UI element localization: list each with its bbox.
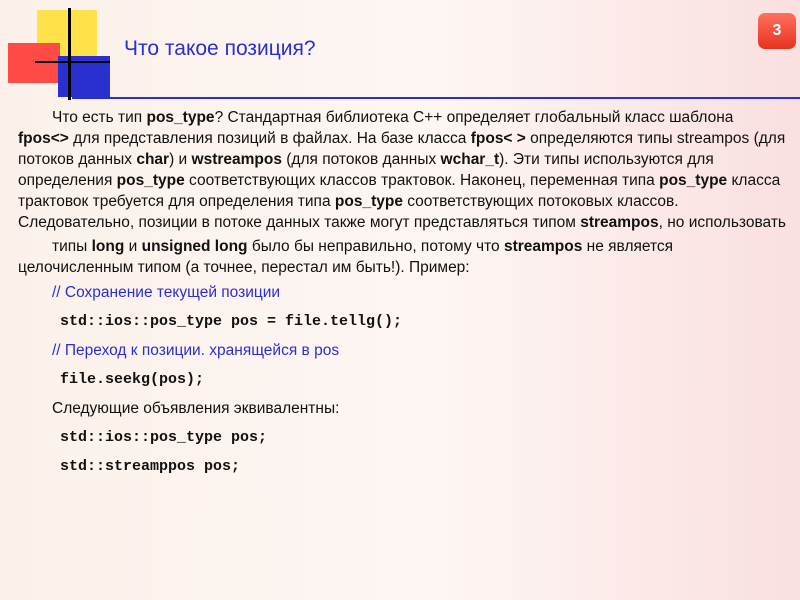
paragraph-1-text: ? Стандартная библиотека С++ определяет … (214, 109, 734, 126)
paragraph-1-term: pos_type (116, 172, 185, 189)
paragraph-1-text: соответствующих классов трактовок. Након… (184, 172, 660, 189)
equivalent-declarations-text: Следующие объявления эквивалентны: (52, 400, 340, 417)
paragraph-2: типы long и unsigned long было бы неправ… (18, 236, 788, 278)
paragraph-1-text: ) и (169, 151, 192, 168)
red-square (8, 43, 60, 83)
paragraph-2-term: unsigned long (141, 238, 248, 255)
slide-title: Что такое позиция? (124, 37, 316, 60)
paragraph-1: Что есть тип pos_type? Стандартная библи… (18, 107, 788, 233)
horizontal-divider (35, 61, 110, 63)
paragraph-2-text: было бы неправильно, потому что (247, 238, 504, 255)
code-comment-save: // Сохранение текущей позиции (52, 284, 281, 301)
paragraph-1-term: wstreampos (191, 151, 282, 168)
slide-body: Что есть тип pos_type? Стандартная библи… (18, 107, 788, 481)
paragraph-2-text: типы (52, 238, 92, 255)
paragraph-2-text: и (124, 238, 142, 255)
paragraph-1-text: Что есть тип (52, 109, 147, 126)
paragraph-1-term: char (136, 151, 170, 168)
vertical-divider (68, 8, 71, 100)
decorative-squares-logo (0, 0, 110, 100)
paragraph-1-term: fpos<> (18, 130, 69, 147)
slide-number: 3 (772, 22, 782, 39)
paragraph-1-term: fpos< > (470, 130, 526, 147)
paragraph-1-term: streampos (580, 214, 659, 231)
paragraph-1-text: для представления позиций в файлах. На б… (68, 130, 471, 147)
paragraph-1-term: pos_type (334, 193, 403, 210)
code-comment-seek: // Переход к позиции. хранящейся в pos (52, 342, 340, 359)
paragraph-1-term: pos_type (146, 109, 215, 126)
paragraph-1-text: , но использовать (658, 214, 786, 231)
paragraph-1-text: (для потоков данных (281, 151, 441, 168)
code-line-seekg: file.seekg(pos); (60, 371, 205, 388)
title-underline (72, 97, 800, 99)
paragraph-2-term: long (91, 238, 125, 255)
paragraph-2-term: streampos (503, 238, 583, 255)
code-line-tellg: std::ios::pos_type pos = file.tellg(); (60, 313, 403, 330)
paragraph-1-term: wchar_t (440, 151, 500, 168)
code-line-ios-pos-type: std::ios::pos_type pos; (60, 429, 268, 446)
slide-number-badge: 3 (758, 13, 796, 49)
paragraph-1-term: pos_type (659, 172, 728, 189)
code-line-streampos: std::streamppos pos; (60, 458, 241, 475)
